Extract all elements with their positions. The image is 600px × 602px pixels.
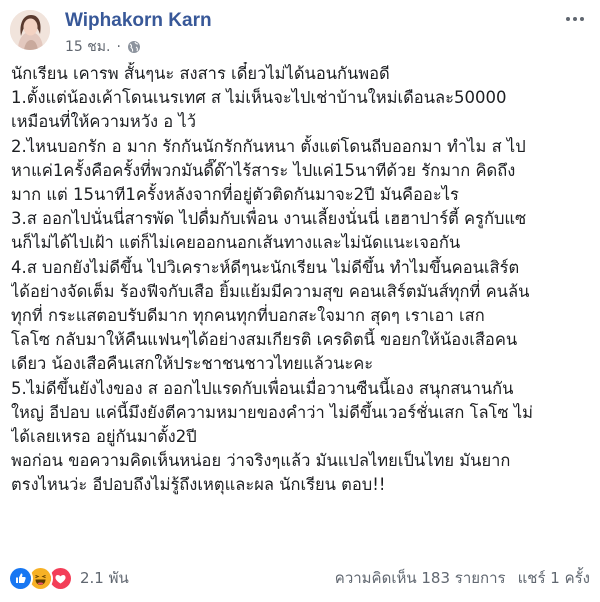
post-line: มาก แต่ 15นาที1ครั้งหลังจากที่อยู่ตัวติด… (11, 185, 459, 205)
post-line: 1.ตั้งแต่น้องเค้าโดนเนรเทศ ส ไม่เห็นจะไป… (11, 88, 507, 108)
post-line: ได้เลยเหรอ อยู่กันมาตั้ง2ปี (11, 427, 197, 447)
post-stats: ความคิดเห็น 183 รายการ แชร์ 1 ครั้ง (335, 566, 590, 590)
reaction-count[interactable]: 2.1 พัน (80, 566, 129, 590)
comments-count[interactable]: ความคิดเห็น 183 รายการ (335, 566, 506, 590)
post-line: โลโซ กลับมาให้คืนแฟนๆได้อย่างสมเกียรติ เ… (11, 330, 518, 350)
post-header: Wiphakorn Karn 15 ชม. · (10, 8, 600, 58)
post-line: 4.ส บอกยังไม่ดีขึ้น ไปวิเคราะห์ดีๆนะนักเ… (11, 257, 520, 277)
post-line: พอก่อน ขอความคิดเห็นหน่อย ว่าจริงๆแล้ว ม… (11, 451, 511, 471)
post-line: ได้อย่างจัดเต็ม ร้องฟีจกับเสือ ยิ้มแย้มม… (11, 281, 530, 301)
shares-count[interactable]: แชร์ 1 ครั้ง (518, 566, 590, 590)
more-options-icon[interactable] (564, 8, 586, 30)
post-line: ตรงไหนว่ะ อีปอบถึงไม่รู้ถึงเหตุและผล นัก… (11, 475, 386, 495)
reactions-summary[interactable]: 2.1 พัน (8, 565, 129, 591)
post-text: นักเรียน เคารพ สั้นๆนะ สงสาร เดี๋ยวไม่ได… (11, 62, 593, 498)
post-line: เดียว น้องเสือคืนเสกให้ประชาชนชาวไทยแล้ว… (11, 354, 374, 374)
globe-icon[interactable] (127, 40, 141, 54)
meta-separator: · (116, 39, 121, 55)
post-time[interactable]: 15 ชม. (65, 36, 110, 58)
post-line: นก็ไม่ได้ไปเฝ้า แต่ก็ไม่เคยออกนอกเส้นทาง… (11, 233, 461, 253)
profile-photo (10, 10, 50, 50)
author-name[interactable]: Wiphakorn Karn (65, 10, 212, 32)
post-meta: 15 ชม. · (65, 36, 141, 58)
avatar[interactable] (10, 10, 50, 50)
post-line: 3.ส ออกไปนั่นนี่สารพัด ไปดื่มกับเพื่อน ง… (11, 209, 527, 229)
post-line: ทุกที่ กระแสตอบรับดีมาก ทุกคนทุกที่บอกสะ… (11, 306, 485, 326)
post-footer: 2.1 พัน ความคิดเห็น 183 รายการ แชร์ 1 คร… (8, 564, 590, 592)
post-line: หาแค่1ครั้งคือครั้งที่พวกมันดี๊ด๊าไร้สาร… (11, 160, 516, 180)
post-line: ใหญ่ อีปอบ แค่นี้มึงยังตีความหมายของคำว่… (11, 402, 534, 422)
post-line: นักเรียน เคารพ สั้นๆนะ สงสาร เดี๋ยวไม่ได… (11, 64, 390, 83)
like-icon (8, 565, 33, 591)
post-line: เหมือนที่ให้ความหวัง อ ไว้ (11, 112, 196, 132)
post-line: 5.ไม่ดีขึ้นยังไงของ ส ออกไปแรดกับเพื่อนเ… (11, 378, 514, 398)
post-line: 2.ไหนบอกรัก อ มาก รักกันนักรักกันหนา ตั้… (11, 136, 526, 156)
